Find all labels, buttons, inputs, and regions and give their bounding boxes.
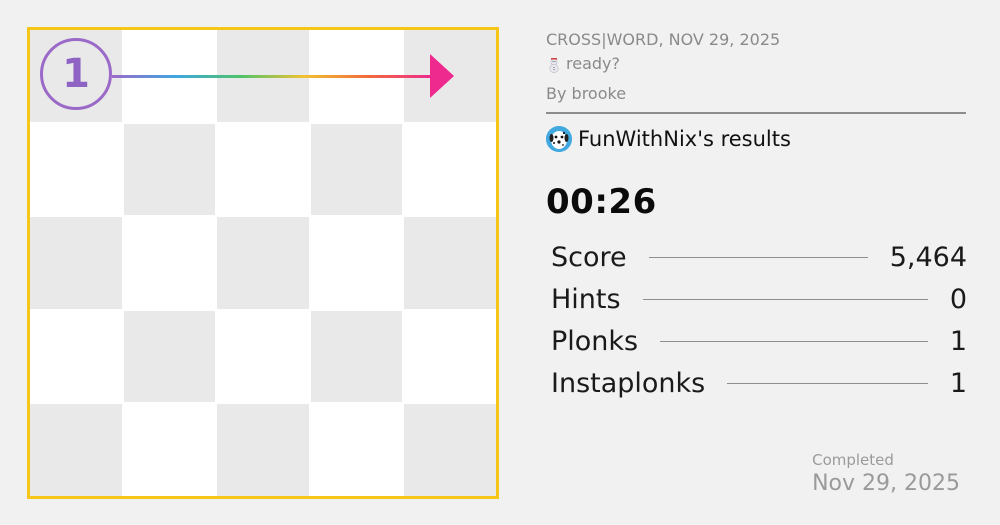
puzzle-title: ready? <box>566 54 620 73</box>
grid-cell[interactable] <box>404 123 496 216</box>
puzzle-header: CROSS|WORD, NOV 29, 2025 <box>546 30 781 49</box>
grid-cell[interactable] <box>217 404 309 496</box>
stat-leader-line <box>727 382 928 384</box>
grid-cell[interactable] <box>310 30 403 122</box>
grid-cell[interactable] <box>123 310 216 403</box>
grid-cell[interactable] <box>310 123 403 216</box>
stat-label: Instaplonks <box>551 367 706 399</box>
grid-cell[interactable] <box>30 123 122 216</box>
grid-cell[interactable] <box>404 30 496 122</box>
clue-number-badge: 1 <box>40 38 112 110</box>
dalmatian-avatar-icon <box>546 126 572 152</box>
grid-cell[interactable] <box>30 310 122 403</box>
stat-value: 1 <box>949 367 967 399</box>
stat-leader-line <box>648 256 868 258</box>
grid-cell[interactable] <box>310 404 403 496</box>
completed-info: Completed Nov 29, 2025 <box>812 450 960 498</box>
grid-cell[interactable] <box>404 404 496 496</box>
completed-date: Nov 29, 2025 <box>812 471 960 496</box>
puzzle-author: By brooke <box>546 84 627 103</box>
results-panel: CROSS|WORD, NOV 29, 2025 ready? By brook… <box>546 28 967 404</box>
stat-value: 1 <box>949 325 967 357</box>
grid-cell[interactable] <box>123 30 216 122</box>
player-results-label: FunWithNix's results <box>578 127 791 151</box>
grid-cell[interactable] <box>30 404 122 496</box>
stat-value: 5,464 <box>889 241 967 273</box>
grid-cell[interactable] <box>217 30 309 122</box>
grid-cell[interactable] <box>217 217 309 309</box>
grid-cell[interactable] <box>30 217 122 309</box>
stat-row-hints: Hints 0 <box>551 278 967 320</box>
stat-label: Plonks <box>551 325 639 357</box>
stat-label: Score <box>551 241 627 273</box>
player-results-header: FunWithNix's results <box>546 126 966 152</box>
stat-row-score: Score 5,464 <box>551 236 967 278</box>
grid-cell[interactable] <box>217 123 309 216</box>
puzzle-title-row: ready? <box>546 52 966 76</box>
grid-cell[interactable] <box>404 310 496 403</box>
grid-cell[interactable] <box>123 123 216 216</box>
stat-leader-line <box>642 298 928 300</box>
grid-cell[interactable] <box>217 310 309 403</box>
stat-row-instaplonks: Instaplonks 1 <box>551 362 967 404</box>
solve-time: 00:26 <box>546 182 657 222</box>
grid-cell[interactable] <box>123 404 216 496</box>
grid-cell[interactable] <box>404 217 496 309</box>
completed-label: Completed <box>812 451 894 469</box>
stat-label: Hints <box>551 283 621 315</box>
grid-cell[interactable] <box>310 217 403 309</box>
divider <box>546 112 966 114</box>
stats-list: Score 5,464 Hints 0 Plonks 1 Instaplonks… <box>551 236 967 404</box>
snowman-icon <box>546 56 562 73</box>
stat-row-plonks: Plonks 1 <box>551 320 967 362</box>
grid-cell[interactable] <box>310 310 403 403</box>
stat-leader-line <box>660 340 928 342</box>
stat-value: 0 <box>949 283 967 315</box>
grid-cell[interactable] <box>123 217 216 309</box>
